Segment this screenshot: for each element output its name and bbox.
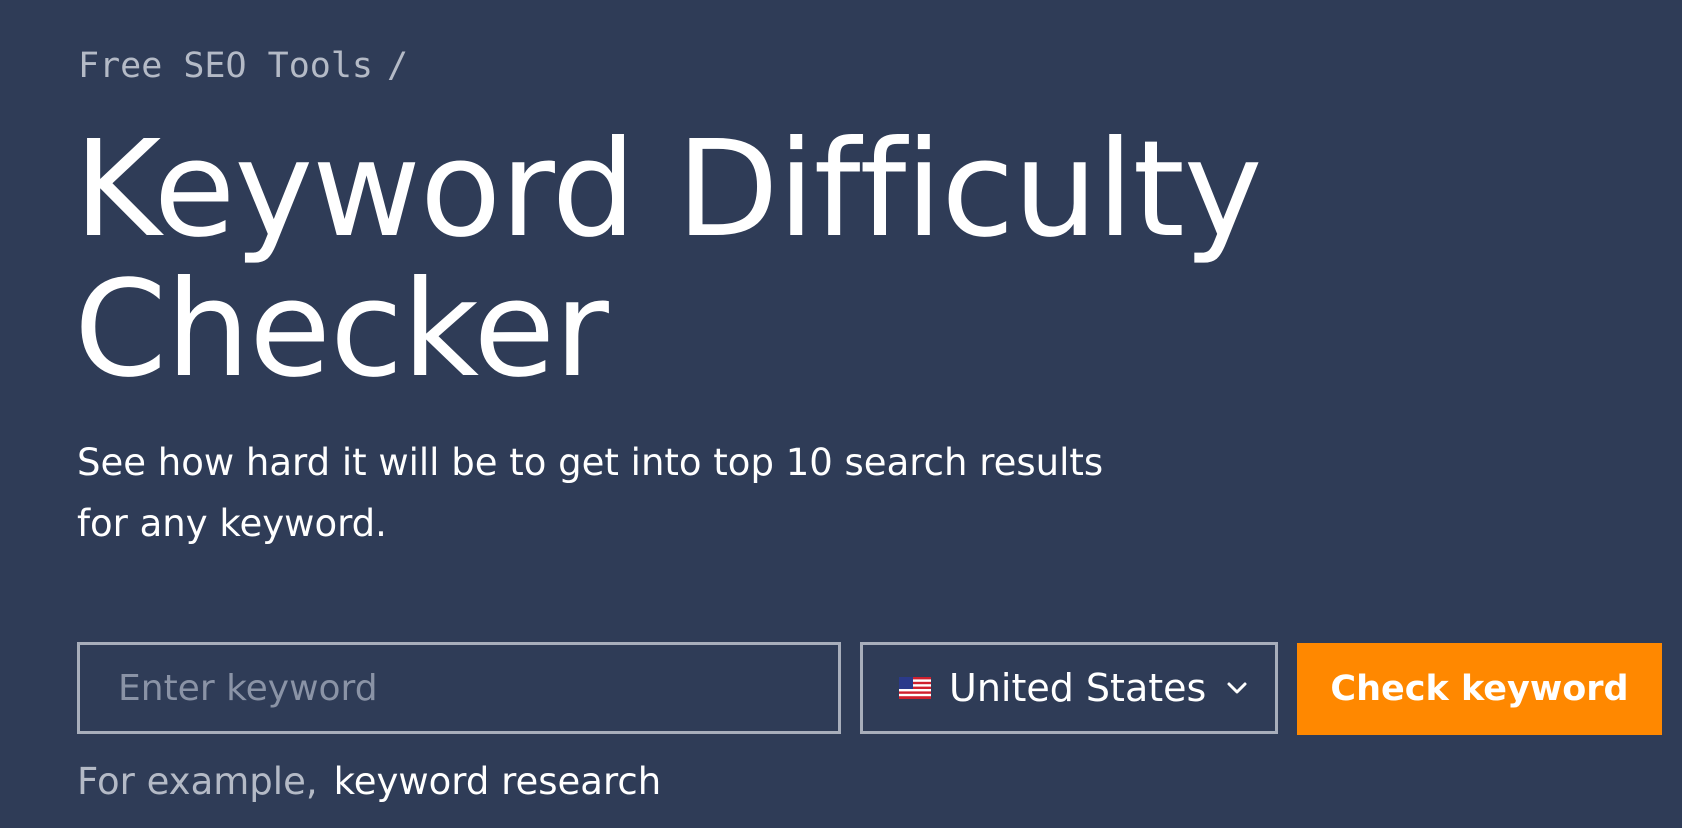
chevron-down-icon <box>1227 682 1247 694</box>
country-select-value: United States <box>949 666 1207 710</box>
example-hint: For example, keyword research <box>77 760 661 803</box>
country-select[interactable]: United States <box>860 642 1278 734</box>
breadcrumb-separator: / <box>387 46 409 86</box>
subtitle-line-2: for any keyword. <box>77 502 387 545</box>
keyword-input[interactable] <box>77 642 841 734</box>
breadcrumb: Free SEO Tools / <box>78 46 408 86</box>
page-title: Keyword Difficulty Checker <box>74 120 1474 400</box>
example-keyword-link[interactable]: keyword research <box>334 760 662 803</box>
page-subtitle: See how hard it will be to get into top … <box>77 432 1177 554</box>
breadcrumb-link-free-seo-tools[interactable]: Free SEO Tools <box>78 46 373 86</box>
check-keyword-button[interactable]: Check keyword <box>1297 643 1662 735</box>
page-title-line-1: Keyword Difficulty <box>74 113 1263 267</box>
us-flag-icon <box>899 677 931 699</box>
example-label: For example, <box>77 760 318 803</box>
page-title-line-2: Checker <box>74 253 609 407</box>
subtitle-line-1: See how hard it will be to get into top … <box>77 441 1104 484</box>
